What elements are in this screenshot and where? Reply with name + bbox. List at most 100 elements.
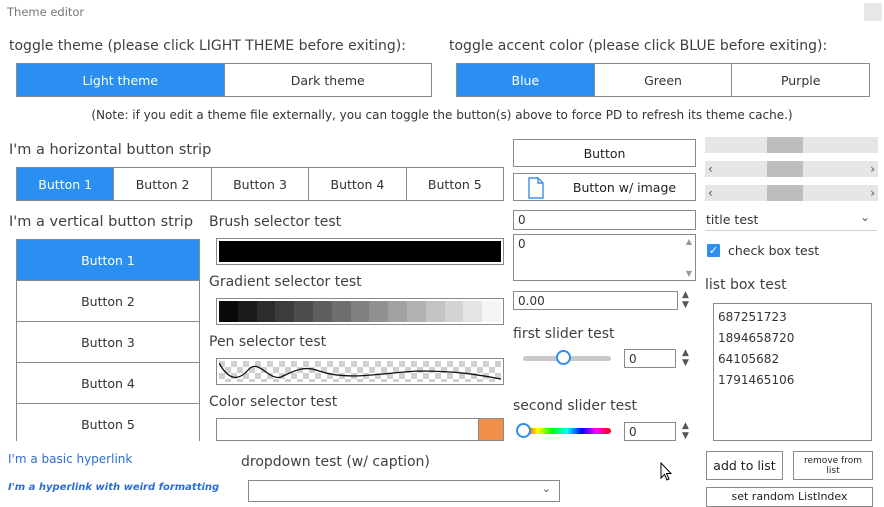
set-random-listindex-button[interactable]: set random ListIndex: [706, 487, 873, 507]
gradient-step: [219, 301, 238, 322]
multiline-value: 0: [518, 237, 526, 251]
pen-selector[interactable]: [216, 358, 504, 385]
slider1-value[interactable]: 0: [624, 349, 676, 368]
multiline-text-box[interactable]: 0 ▲ ▼: [513, 234, 696, 281]
gradient-step: [350, 301, 370, 322]
slider1-track[interactable]: [523, 350, 611, 365]
brush-selector[interactable]: [216, 238, 504, 265]
slider2-down-icon[interactable]: ▼: [682, 432, 689, 441]
light-theme-button[interactable]: Light theme: [17, 64, 225, 96]
scrollbar-2[interactable]: ‹ ›: [705, 161, 878, 177]
weird-hyperlink[interactable]: I'm a hyperlink with weird formatting: [8, 482, 219, 493]
scrollbar-thumb[interactable]: [766, 185, 803, 201]
scroll-down-icon[interactable]: ▼: [686, 269, 692, 278]
horizontal-button-strip: Button 1 Button 2 Button 3 Button 4 Butt…: [16, 167, 504, 201]
decimal-spinner[interactable]: 0.00: [513, 291, 678, 310]
gradient-selector[interactable]: [216, 298, 504, 325]
list-item[interactable]: 64105682: [718, 349, 794, 370]
vstrip-label: I'm a vertical button strip: [9, 214, 194, 230]
gradient-step: [425, 301, 445, 322]
chevron-down-icon[interactable]: ⌄: [860, 210, 870, 224]
note-text: (Note: if you edit a theme file external…: [91, 108, 793, 122]
basic-hyperlink[interactable]: I'm a basic hyperlink: [8, 452, 132, 466]
hstrip-button-3[interactable]: Button 3: [211, 168, 310, 200]
gradient-step: [406, 301, 426, 322]
chevron-right-icon[interactable]: ›: [870, 185, 875, 201]
add-to-list-button[interactable]: add to list: [706, 451, 783, 480]
slider2-value[interactable]: 0: [624, 422, 676, 441]
dark-theme-button[interactable]: Dark theme: [224, 64, 431, 96]
list-item[interactable]: 687251723: [718, 307, 794, 328]
chevron-down-icon: ⌄: [541, 482, 551, 495]
scroll-up-icon[interactable]: ▲: [686, 237, 692, 246]
listbox-label: list box test: [705, 277, 787, 293]
gradient-step: [275, 301, 295, 322]
spinner-down-icon[interactable]: ▼: [682, 301, 689, 310]
blue-button[interactable]: Blue: [457, 64, 595, 96]
theme-toggle: Light theme Dark theme: [16, 63, 432, 97]
hstrip-button-4[interactable]: Button 4: [309, 168, 407, 200]
hstrip-button-2[interactable]: Button 2: [114, 168, 212, 200]
color-label: Color selector test: [209, 394, 338, 410]
list-item[interactable]: 1894658720: [718, 328, 794, 349]
purple-button[interactable]: Purple: [732, 64, 870, 96]
slider2-up-icon[interactable]: ▲: [682, 422, 689, 431]
hstrip-button-1[interactable]: Button 1: [17, 168, 115, 200]
spinner-up-icon[interactable]: ▲: [682, 291, 689, 300]
hstrip-button-5[interactable]: Button 5: [406, 168, 504, 200]
gradient-step: [256, 301, 276, 322]
slider1-down-icon[interactable]: ▼: [682, 359, 689, 368]
slider1-label: first slider test: [513, 326, 615, 342]
vstrip-button-1[interactable]: Button 1: [17, 240, 199, 281]
gradient-step: [294, 301, 313, 322]
scrollbar-thumb[interactable]: [766, 161, 803, 177]
accent-toggle: Blue Green Purple: [456, 63, 870, 97]
document-icon: [528, 177, 544, 199]
gradient-step: [369, 301, 389, 322]
vstrip-button-4[interactable]: Button 4: [17, 363, 199, 404]
list-items: 687251723 1894658720 64105682 1791465106: [718, 307, 794, 391]
slider2-label: second slider test: [513, 398, 638, 414]
green-button[interactable]: Green: [594, 64, 733, 96]
title-test-label[interactable]: title test: [706, 212, 758, 227]
checkbox-label: check box test: [728, 243, 820, 258]
mouse-cursor-icon: [660, 462, 672, 481]
image-button[interactable]: Button w/ image: [513, 173, 696, 201]
list-item[interactable]: 1791465106: [718, 370, 794, 391]
gradient-step: [388, 301, 407, 322]
gradient-step: [312, 301, 332, 322]
plain-button[interactable]: Button: [513, 139, 696, 167]
image-button-label: Button w/ image: [572, 179, 677, 195]
gradient-label: Gradient selector test: [209, 274, 362, 290]
chevron-left-icon[interactable]: ‹: [708, 185, 713, 201]
checkbox[interactable]: ✓: [707, 244, 720, 257]
close-button[interactable]: [864, 3, 882, 21]
slider1-up-icon[interactable]: ▲: [682, 349, 689, 358]
gradient-step: [237, 301, 257, 322]
gradient-step: [444, 301, 464, 322]
slider2-track[interactable]: [516, 423, 611, 438]
slider1-thumb[interactable]: [555, 350, 571, 365]
chevron-right-icon[interactable]: ›: [870, 161, 875, 177]
color-selector[interactable]: [216, 418, 504, 441]
scrollbar-thumb[interactable]: [766, 137, 803, 153]
scrollbar-1[interactable]: [705, 137, 878, 153]
slider2-thumb[interactable]: [516, 423, 531, 438]
window-title: Theme editor: [7, 5, 85, 19]
vstrip-button-3[interactable]: Button 3: [17, 322, 199, 363]
brush-label: Brush selector test: [209, 214, 342, 230]
chevron-left-icon[interactable]: ‹: [708, 161, 713, 177]
dropdown-label: dropdown test (w/ caption): [241, 454, 430, 470]
vstrip-button-5[interactable]: Button 5: [17, 404, 199, 444]
list-box[interactable]: 687251723 1894658720 64105682 1791465106: [713, 303, 872, 441]
scrollbar-3[interactable]: ‹ ›: [705, 185, 878, 201]
gradient-step: [463, 301, 483, 322]
dropdown[interactable]: ⌄: [248, 480, 560, 502]
vstrip-button-2[interactable]: Button 2: [17, 281, 199, 322]
color-swatch: [478, 419, 503, 440]
gradient-step: [482, 301, 501, 322]
pen-preview: [218, 361, 502, 382]
text-box[interactable]: 0: [513, 210, 696, 230]
brush-preview: [219, 241, 501, 262]
remove-from-list-button[interactable]: remove from list: [793, 451, 873, 480]
